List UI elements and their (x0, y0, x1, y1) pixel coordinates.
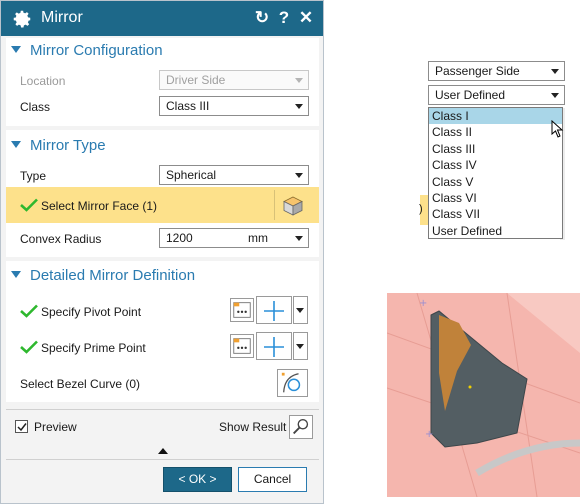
collapse-triangle-icon (11, 140, 21, 148)
dialog-title: Mirror (41, 9, 83, 26)
reset-button[interactable]: ↻ (251, 6, 273, 30)
point-dialog-icon[interactable] (230, 334, 254, 358)
check-icon (20, 304, 38, 318)
chevron-down-icon (551, 93, 559, 98)
class-dropdown-list[interactable]: Class I Class II Class III Class IV Clas… (428, 107, 563, 239)
chevron-down-icon (296, 308, 304, 313)
chevron-down-icon (295, 78, 303, 83)
reset-icon: ↻ (254, 8, 270, 27)
point-type-dropdown[interactable] (293, 332, 308, 360)
point-type-dropdown[interactable] (293, 296, 308, 324)
class-select[interactable]: User Defined (428, 85, 565, 105)
dropdown-option-class-vii[interactable]: Class VII (429, 206, 562, 222)
dropdown-option-class-iii[interactable]: Class III (429, 141, 562, 157)
close-icon: ✕ (298, 8, 314, 27)
location-label: Location (20, 74, 66, 88)
help-button[interactable]: ? (273, 6, 295, 30)
mirror-dialog: Mirror ↻ ? ✕ Mirror Configuration Locati… (0, 0, 324, 504)
partial-text: ) (419, 203, 423, 215)
crosshair-icon (264, 301, 284, 321)
collapse-triangle-icon (11, 45, 21, 53)
section-header-mirror-type[interactable]: Mirror Type (11, 137, 106, 157)
dropdown-option-user-defined[interactable]: User Defined (429, 223, 562, 239)
collapse-up-icon[interactable] (158, 448, 168, 454)
point-dialog-icon[interactable] (230, 298, 254, 322)
pivot-point-label: Specify Pivot Point (41, 305, 142, 319)
preview-label: Preview (34, 420, 77, 434)
divider (6, 409, 319, 410)
preview-checkbox[interactable] (15, 420, 28, 433)
svg-text:+: + (419, 298, 427, 309)
show-result-label: Show Result (219, 420, 287, 434)
dropdown-option-class-v[interactable]: Class V (429, 174, 562, 190)
title-bar: Mirror ↻ ? ✕ (1, 1, 323, 36)
chevron-down-icon (295, 173, 303, 178)
chevron-down-icon (551, 69, 559, 74)
dropdown-option-class-iv[interactable]: Class IV (429, 157, 562, 173)
close-button[interactable]: ✕ (295, 6, 317, 30)
convex-radius-label: Convex Radius (20, 232, 102, 246)
svg-text:+: + (425, 429, 433, 440)
cancel-button[interactable]: Cancel (238, 467, 307, 492)
section-header-detailed-mirror-definition[interactable]: Detailed Mirror Definition (11, 267, 195, 287)
gear-icon (13, 10, 31, 28)
location-select[interactable]: Passenger Side (428, 61, 565, 81)
section-header-mirror-configuration[interactable]: Mirror Configuration (11, 42, 163, 62)
mirror-3d-model: + + (387, 293, 580, 497)
type-select[interactable]: Spherical (159, 165, 309, 185)
check-icon (20, 340, 38, 354)
inferred-point-button[interactable] (256, 332, 292, 360)
mouse-cursor-icon (551, 120, 564, 138)
check-icon (20, 198, 38, 212)
convex-radius-input[interactable]: 1200 mm (159, 228, 309, 248)
select-mirror-face-label: Select Mirror Face (1) (41, 199, 158, 213)
type-label: Type (20, 169, 47, 183)
class-label: Class (20, 100, 51, 114)
bezel-curve-label: Select Bezel Curve (0) (20, 377, 141, 391)
ok-button[interactable]: < OK > (163, 467, 232, 492)
show-result-button[interactable] (289, 415, 313, 439)
dropdown-option-class-ii[interactable]: Class II (429, 124, 562, 140)
chevron-down-icon (295, 104, 303, 109)
inferred-point-button[interactable] (256, 296, 292, 324)
dropdown-option-class-vi[interactable]: Class VI (429, 190, 562, 206)
3d-viewport[interactable]: + + (387, 293, 580, 497)
face-selection-icon[interactable] (281, 194, 305, 218)
curve-select-icon[interactable] (277, 369, 308, 397)
collapse-triangle-icon (11, 270, 21, 278)
divider (6, 459, 319, 460)
class-select[interactable]: Class III (159, 96, 309, 116)
help-icon: ? (278, 8, 290, 27)
checkmark-icon (17, 423, 27, 432)
crosshair-icon (264, 337, 284, 357)
prime-point-label: Specify Prime Point (41, 341, 146, 355)
unit-label: mm (248, 231, 268, 245)
divider (274, 190, 275, 220)
chevron-down-icon (296, 344, 304, 349)
chevron-down-icon (295, 236, 303, 241)
location-select: Driver Side (159, 70, 309, 90)
dropdown-option-class-i[interactable]: Class I (429, 108, 562, 125)
